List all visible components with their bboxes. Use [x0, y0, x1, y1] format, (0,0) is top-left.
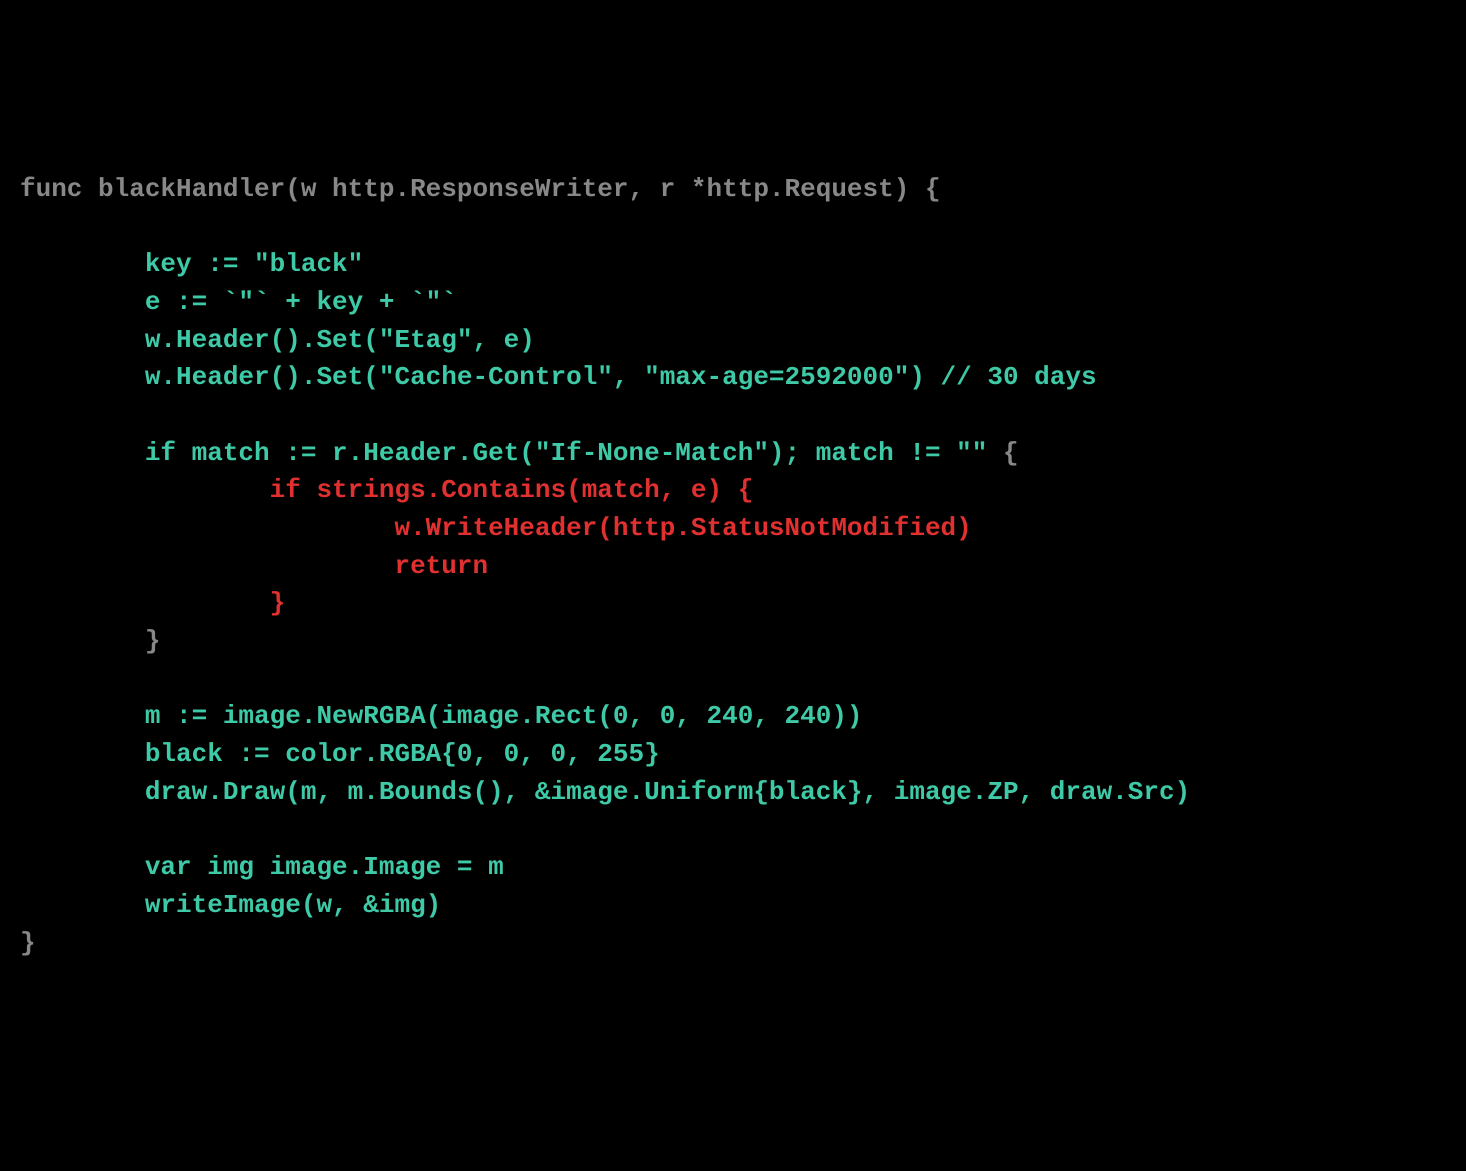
code-line: func blackHandler(w http.ResponseWriter,…: [20, 174, 941, 204]
code-line: key := "black": [20, 249, 363, 279]
code-line: e := `"` + key + `"`: [20, 287, 457, 317]
code-line-highlighted: return: [20, 551, 488, 581]
code-line: w.Header().Set("Etag", e): [20, 325, 535, 355]
code-line: w.Header().Set("Cache-Control", "max-age…: [20, 362, 1097, 392]
code-line: }: [20, 928, 36, 958]
code-brace: {: [1003, 438, 1019, 468]
code-line: if match := r.Header.Get("If-None-Match"…: [20, 438, 1003, 468]
code-line: writeImage(w, &img): [20, 890, 441, 920]
code-line: black := color.RGBA{0, 0, 0, 255}: [20, 739, 660, 769]
code-line: draw.Draw(m, m.Bounds(), &image.Uniform{…: [20, 777, 1190, 807]
code-line-highlighted: if strings.Contains(match, e) {: [20, 475, 753, 505]
code-line: }: [20, 626, 160, 656]
code-line-highlighted: w.WriteHeader(http.StatusNotModified): [20, 513, 972, 543]
code-block: func blackHandler(w http.ResponseWriter,…: [20, 171, 1446, 962]
code-line: var img image.Image = m: [20, 852, 504, 882]
code-line: m := image.NewRGBA(image.Rect(0, 0, 240,…: [20, 701, 863, 731]
code-line-highlighted: }: [20, 588, 285, 618]
